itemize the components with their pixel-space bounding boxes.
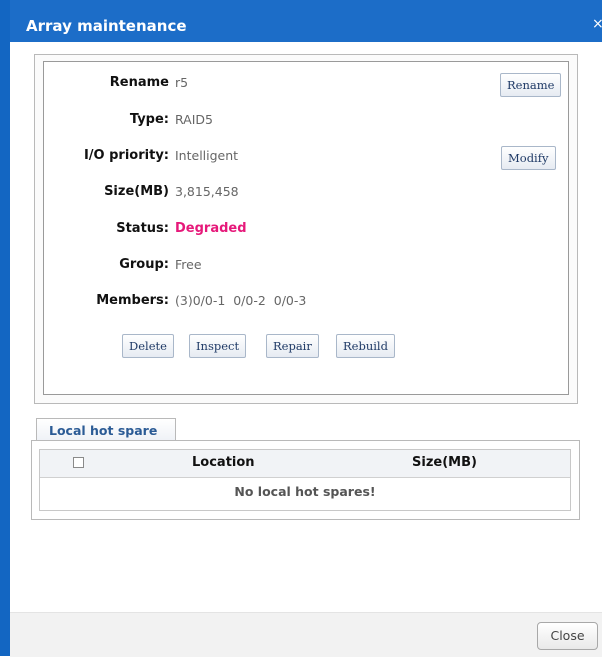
window-left-border	[0, 0, 10, 656]
field-label: Rename	[109, 75, 169, 90]
hot-spare-panel: Location Size(MB) No local hot spares!	[31, 440, 580, 520]
close-icon[interactable]: ×	[592, 16, 602, 32]
delete-button[interactable]: Delete	[122, 334, 174, 358]
field-io-priority: I/O priority: Intelligent	[44, 148, 564, 168]
field-label: Group:	[119, 257, 169, 272]
field-group: Group: Free	[44, 257, 564, 277]
table-header: Location Size(MB)	[40, 450, 570, 478]
hot-spare-table: Location Size(MB) No local hot spares!	[39, 449, 571, 511]
inspect-button[interactable]: Inspect	[189, 334, 247, 358]
field-members: Members: (3)0/0-1 0/0-2 0/0-3	[44, 293, 564, 313]
tab-local-hot-spare[interactable]: Local hot spare	[36, 418, 176, 442]
field-type: Type: RAID5	[44, 112, 564, 132]
field-label: Size(MB)	[104, 184, 169, 199]
dialog-footer: Close	[10, 612, 602, 657]
repair-button[interactable]: Repair	[266, 334, 319, 358]
field-size: Size(MB) 3,815,458	[44, 184, 564, 204]
field-value: Intelligent	[175, 148, 239, 163]
dialog-title-bar[interactable]: Array maintenance ×	[10, 0, 602, 42]
field-label: Members:	[96, 293, 169, 308]
field-status: Status: Degraded	[44, 221, 564, 241]
field-value: Free	[175, 257, 202, 272]
field-value: 3,815,458	[175, 184, 239, 199]
field-rename: Rename r5	[44, 75, 564, 95]
empty-table-message: No local hot spares!	[234, 484, 376, 499]
status-value: Degraded	[175, 221, 247, 236]
field-value: (3)0/0-1 0/0-2 0/0-3	[175, 293, 307, 308]
rebuild-button[interactable]: Rebuild	[336, 334, 395, 358]
column-size[interactable]: Size(MB)	[412, 455, 477, 470]
array-info-panel: Rename r5 Type: RAID5 I/O priority: Inte…	[34, 54, 578, 404]
dialog-body: Rename r5 Type: RAID5 I/O priority: Inte…	[10, 42, 602, 612]
field-label: I/O priority:	[83, 148, 169, 163]
modify-button[interactable]: Modify	[501, 146, 556, 170]
field-label: Type:	[129, 112, 169, 127]
field-label: Status:	[116, 221, 169, 236]
select-all-checkbox[interactable]	[73, 457, 84, 468]
field-value: RAID5	[175, 112, 213, 127]
array-info-box: Rename r5 Type: RAID5 I/O priority: Inte…	[43, 61, 569, 395]
rename-button[interactable]: Rename	[500, 73, 562, 97]
close-button[interactable]: Close	[537, 622, 598, 650]
dialog-title: Array maintenance	[26, 17, 187, 35]
field-value: r5	[175, 75, 189, 90]
column-location[interactable]: Location	[192, 455, 255, 470]
